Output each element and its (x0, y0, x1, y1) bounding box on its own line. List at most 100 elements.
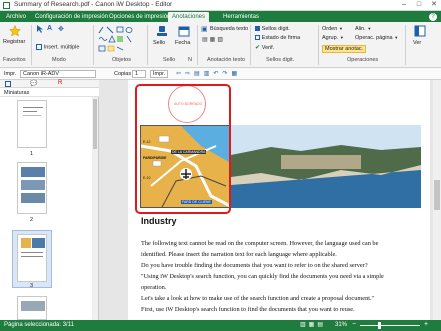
stamp-icon (157, 26, 167, 36)
status-bar: Página seleccionada: 3/11 ▥▦▤ 31% − + (0, 320, 441, 331)
thumb-image (21, 301, 45, 311)
verif-label: Verif. (261, 45, 275, 51)
thumb-photo (32, 238, 45, 248)
mostrar-anotac-button[interactable]: Mostrar anotac. (322, 45, 367, 53)
fecha-button[interactable]: Fecha (175, 24, 193, 54)
insert-multiple-button[interactable]: Insert. múltiple (36, 44, 91, 52)
panel-scroll-thumb[interactable] (93, 99, 97, 149)
orden-button[interactable]: Orden ▼ (322, 26, 343, 32)
zoom-out-button[interactable]: − (352, 321, 356, 328)
sello-group-label: Sello (163, 57, 176, 63)
body-line: Let's take a look at how to make use of … (141, 295, 375, 302)
zoom-level: 31% (335, 322, 348, 328)
text-mode-button[interactable]: A (47, 25, 55, 33)
cursor-mode-button[interactable] (36, 25, 44, 33)
verif-button[interactable]: ✔ Verif. (255, 44, 274, 51)
close-button[interactable]: ✕ (427, 0, 441, 10)
mostrar-anotac-label: Mostrar anotac. (325, 46, 364, 52)
document-scroll-thumb[interactable] (434, 180, 440, 210)
comments-tab-icon[interactable]: 💬 (30, 80, 37, 87)
zoom-slider[interactable] (360, 322, 420, 329)
section-heading: Industry (141, 216, 177, 226)
page-thumbnail-2[interactable] (17, 162, 47, 214)
chevron-down-icon: ▼ (339, 35, 344, 40)
print-button[interactable]: Impr. (150, 70, 169, 78)
photo-image (231, 125, 421, 208)
page-number-2: 2 (30, 217, 34, 223)
insert-multiple-label: Insert. múltiple (43, 44, 80, 51)
cursor-icon (37, 25, 43, 33)
body-line: operation. (141, 284, 167, 291)
page-thumbnail-1[interactable] (17, 100, 47, 148)
registrar-button[interactable]: Registrar (3, 24, 27, 50)
tab-anotaciones[interactable]: Anotaciones (168, 12, 210, 22)
divider (31, 25, 32, 65)
alin-label: Alin. (355, 26, 366, 32)
tab-archivo[interactable]: Archivo (2, 12, 30, 22)
maximize-button[interactable]: □ (412, 0, 426, 10)
divider (147, 25, 148, 65)
sello-button[interactable]: Sello (153, 24, 171, 54)
body-line: identified. Please insert the narration … (141, 251, 337, 258)
calendar-icon (178, 26, 190, 37)
panel-tabs: 💬 R (0, 80, 99, 88)
ribbon: Registrar A ✥ Insert. múltiple Sello Fec… (0, 22, 441, 68)
zoom-slider-thumb[interactable] (378, 322, 381, 329)
tab-herramientas[interactable]: Herramientas (219, 12, 263, 22)
panel-scrollbar[interactable] (92, 97, 98, 320)
thumb-text (23, 111, 37, 112)
operac-pagina-button[interactable]: Operac. página ▼ (355, 35, 398, 41)
thumb-map (21, 238, 31, 248)
minimize-button[interactable]: – (397, 0, 411, 10)
orden-label: Orden (322, 26, 338, 32)
busqueda-texto-button[interactable]: Búsqueda texto (210, 26, 248, 32)
view-mode-icons[interactable]: ▥▦▤ (300, 321, 326, 328)
copies-label: Copias (114, 71, 132, 77)
sellos-digit-label: Sellos digit. (261, 26, 290, 33)
tab-opciones-impresion[interactable]: Opciones de impresión (105, 12, 174, 22)
page-thumbnail-4[interactable] (17, 296, 47, 320)
busqueda-texto-label: Búsqueda texto (210, 26, 249, 32)
alin-button[interactable]: Alin. ▼ (355, 26, 371, 32)
tab-configuracion-impresion[interactable]: Configuración de impresión (31, 12, 112, 22)
bookmark-tab-icon[interactable]: R (58, 80, 62, 86)
registrar-label: Registrar (3, 39, 26, 45)
estado-firma-button[interactable]: Estado de firma (255, 35, 300, 41)
thumbnails-tab-icon[interactable] (5, 81, 11, 87)
pan-mode-button[interactable]: ✥ (58, 25, 66, 33)
text-annotation-tools: ▣ (201, 26, 208, 33)
thumb-text (23, 107, 43, 108)
divider (318, 25, 319, 65)
divider (93, 25, 94, 65)
shape-tools-icon[interactable] (97, 25, 143, 53)
body-line: The following text cannot be read on the… (141, 240, 379, 247)
sellos-digit-button[interactable]: Sellos digit. (255, 26, 290, 32)
view-icon (414, 25, 426, 37)
sello-label: Sello (153, 40, 166, 46)
copies-value: 1 (135, 71, 139, 77)
body-line: First, use iW Desktop's search function … (141, 306, 355, 313)
thumb-text (23, 115, 41, 116)
printer-label: Impr. (4, 71, 17, 77)
quick-tools[interactable]: ⇦⇨▤▥↶↷▦ (176, 70, 241, 77)
selected-page-status: Página seleccionada: 3/11 (4, 322, 74, 328)
anotacion-texto-group-label: Anotación texto (207, 57, 245, 63)
zoom-in-button[interactable]: + (424, 321, 428, 328)
help-icon[interactable]: ? (429, 13, 437, 21)
ribbon-tab-bar: Archivo Configuración de impresión Opcio… (0, 11, 441, 22)
objects-grid (97, 25, 143, 53)
print-button-label: Impr. (153, 71, 166, 77)
thumb-image (21, 193, 45, 203)
chevron-down-icon: ▼ (394, 35, 399, 40)
text-format-icons[interactable]: ▤▦▧ (202, 36, 225, 43)
body-line: "Using iW Desktop's search function, you… (141, 273, 384, 280)
copies-input[interactable]: 1 (132, 70, 146, 78)
document-scrollbar[interactable] (433, 80, 441, 320)
page-thumbnail-3[interactable] (17, 234, 47, 282)
printer-select[interactable]: Canon iR-ADV (20, 70, 96, 78)
ver-button[interactable]: Ver (410, 24, 430, 54)
agrup-button[interactable]: Agrup. ▼ (322, 35, 344, 41)
page-number-3: 3 (30, 283, 34, 289)
thumbnail-panel: 💬 R Miniaturas 1 2 3 (0, 80, 99, 320)
operac-pagina-label: Operac. página (355, 35, 393, 41)
